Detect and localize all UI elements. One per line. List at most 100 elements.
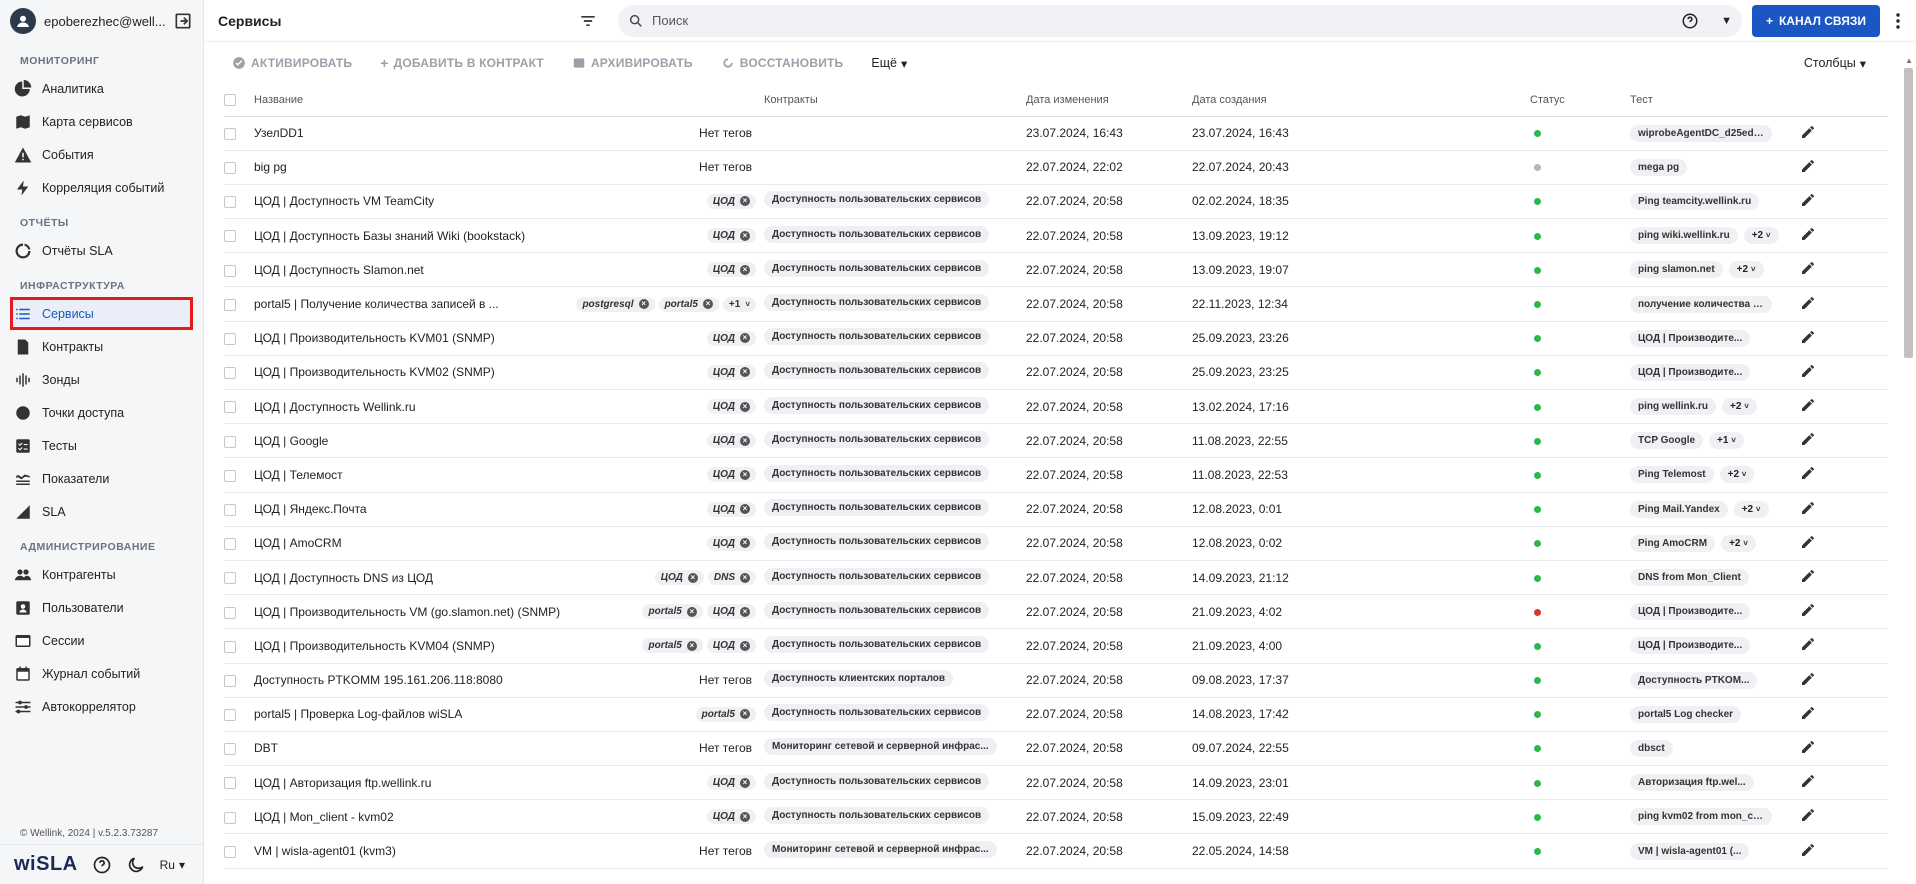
sidebar-item[interactable]: Точки доступа — [0, 396, 203, 429]
column-header-contracts[interactable]: Контракты — [764, 84, 1026, 117]
tag[interactable]: portal5 × — [642, 638, 703, 654]
test-chip[interactable]: wiprobeAgentDC_d25ed928 — [1630, 124, 1772, 142]
table-row[interactable]: ЦОД | Производительность KVM04 (SNMP) por… — [224, 628, 1888, 664]
tag[interactable]: ЦОД × — [706, 467, 756, 483]
edit-icon[interactable] — [1800, 226, 1816, 245]
channel-button[interactable]: + КАНАЛ СВЯЗИ — [1751, 4, 1880, 37]
table-row[interactable]: ЦОД | Производительность KVM02 (SNMP) ЦОД… — [224, 355, 1888, 391]
column-header-status[interactable]: Статус — [1530, 84, 1630, 117]
row-checkbox[interactable] — [224, 709, 236, 722]
table-row[interactable]: ЦОД | Доступность VM TeamCity ЦОД × Доступн… — [224, 184, 1888, 220]
tag-more[interactable]: +1 ˅ — [722, 296, 756, 312]
remove-tag-icon[interactable]: × — [740, 572, 750, 583]
edit-icon[interactable] — [1800, 534, 1816, 553]
help-icon[interactable] — [92, 855, 112, 875]
scroll-up-icon[interactable]: ▲ — [1905, 56, 1913, 65]
help-circle-icon[interactable] — [1681, 12, 1699, 30]
row-checkbox[interactable] — [224, 230, 236, 243]
logout-icon[interactable] — [173, 11, 193, 31]
table-row[interactable]: portal5 | Получение количества записей в… — [224, 286, 1888, 322]
service-name[interactable]: big pg — [254, 160, 287, 174]
contract-chip[interactable]: Доступность пользовательских сервисов — [764, 533, 990, 551]
test-more-chip[interactable]: +2 ˅ — [1733, 500, 1769, 518]
edit-icon[interactable] — [1800, 260, 1816, 279]
sidebar-item[interactable]: Сервисы — [10, 297, 193, 330]
sidebar-item[interactable]: Контрагенты — [0, 558, 203, 591]
table-row[interactable]: ЦОД | Mon_client - kvm02 ЦОД × Доступность … — [224, 799, 1888, 835]
tag[interactable]: ЦОД × — [706, 638, 756, 654]
edit-icon[interactable] — [1800, 773, 1816, 792]
remove-tag-icon[interactable]: × — [740, 264, 750, 275]
sidebar-item[interactable]: Контракты — [0, 330, 203, 363]
contract-chip[interactable]: Мониторинг сетевой и серверной инфрас... — [764, 841, 997, 859]
row-checkbox[interactable] — [224, 401, 236, 414]
test-more-chip[interactable]: +2 ˅ — [1721, 534, 1756, 552]
tag[interactable]: ЦОД × — [706, 604, 756, 620]
contract-chip[interactable]: Доступность пользовательских сервисов — [764, 294, 990, 312]
sidebar-item[interactable]: Зонды — [0, 363, 203, 396]
remove-tag-icon[interactable]: × — [686, 606, 697, 617]
test-more-chip[interactable]: +2 ˅ — [1719, 466, 1755, 484]
edit-icon[interactable] — [1800, 739, 1816, 758]
row-checkbox[interactable] — [224, 674, 236, 687]
search-input[interactable] — [652, 13, 1674, 28]
service-name[interactable]: ЦОД | Производительность VM (go.slamon.n… — [254, 605, 560, 619]
edit-icon[interactable] — [1800, 807, 1816, 826]
contract-chip[interactable]: Доступность пользовательских сервисов — [764, 499, 990, 517]
test-chip[interactable]: ping wiki.wellink.ru — [1630, 227, 1738, 245]
restore-button[interactable]: ВОССТАНОВИТЬ — [721, 56, 844, 70]
scroll-thumb[interactable] — [1904, 68, 1913, 358]
remove-tag-icon[interactable]: × — [740, 606, 750, 617]
table-row[interactable]: ЦОД | Google ЦОД × Доступность пользователь… — [224, 423, 1888, 459]
sidebar-item[interactable]: Сессии — [0, 624, 203, 657]
tag[interactable]: ЦОД × — [706, 193, 756, 209]
tag[interactable]: portal5 × — [658, 296, 719, 312]
service-name[interactable]: ЦОД | Mon_client - kvm02 — [254, 810, 394, 824]
tag[interactable]: ЦОД × — [654, 570, 704, 586]
row-checkbox[interactable] — [224, 811, 236, 824]
remove-tag-icon[interactable]: × — [687, 572, 698, 583]
contract-chip[interactable]: Доступность пользовательских сервисов — [764, 806, 990, 824]
service-name[interactable]: ЦОД | Производительность KVM01 (SNMP) — [254, 331, 495, 345]
contract-chip[interactable]: Доступность пользовательских сервисов — [764, 704, 990, 722]
tag[interactable]: ЦОД × — [706, 399, 756, 415]
table-row[interactable]: ЦОД | AmoCRM ЦОД × Доступность пользователь… — [224, 526, 1888, 561]
test-chip[interactable]: ЦОД | Производите... — [1630, 603, 1751, 621]
remove-tag-icon[interactable]: × — [740, 401, 750, 412]
tag[interactable]: portal5 × — [642, 604, 703, 620]
edit-icon[interactable] — [1800, 363, 1816, 382]
service-name[interactable]: ЦОД | Доступность Wellink.ru — [254, 400, 416, 414]
sidebar-item[interactable]: Отчёты SLA — [0, 234, 203, 267]
search-options-chevron-icon[interactable]: ▼ — [1721, 15, 1732, 27]
remove-tag-icon[interactable]: × — [740, 709, 750, 720]
scrollbar[interactable]: ▲ — [1902, 54, 1916, 884]
service-name[interactable]: ЦОД | Телемост — [254, 468, 343, 482]
test-more-chip[interactable]: +2 ˅ — [1722, 398, 1757, 416]
service-name[interactable]: ЦОД | Авторизация ftp.wellink.ru — [254, 776, 431, 790]
test-chip[interactable]: mega pg — [1630, 158, 1688, 176]
service-name[interactable]: DBT — [254, 741, 278, 755]
service-name[interactable]: ЦОД | Производительность KVM04 (SNMP) — [254, 639, 495, 653]
table-row[interactable]: ЦОД | Доступность Slamon.net ЦОД × Доступно… — [224, 252, 1888, 288]
test-chip[interactable]: Ping Mail.Yandex — [1630, 500, 1728, 518]
service-name[interactable]: ЦОД | Доступность VM TeamCity — [254, 194, 434, 208]
row-checkbox[interactable] — [224, 845, 236, 858]
test-chip[interactable]: portal5 Log checker — [1630, 705, 1742, 723]
service-name[interactable]: ЦОД | Доступность Базы знаний Wiki (book… — [254, 229, 525, 243]
tag[interactable]: ЦОД × — [706, 262, 756, 278]
test-more-chip[interactable]: +2 ˅ — [1728, 261, 1764, 279]
table-row[interactable]: VM | wisla-agent01 (kvm3) Нет тегов Монито… — [224, 833, 1888, 869]
contract-chip[interactable]: Доступность пользовательских сервисов — [764, 191, 990, 209]
remove-tag-icon[interactable]: × — [686, 640, 697, 651]
tag[interactable]: ЦОД × — [706, 775, 756, 791]
sidebar-item[interactable]: Тесты — [0, 429, 203, 462]
contract-chip[interactable]: Доступность пользовательских сервисов — [764, 328, 990, 346]
row-checkbox[interactable] — [224, 538, 236, 551]
table-row[interactable]: ЦОД | Производительность KVM01 (SNMP) ЦОД… — [224, 321, 1888, 356]
edit-icon[interactable] — [1800, 329, 1816, 348]
column-header-test[interactable]: Тест — [1630, 84, 1788, 117]
row-checkbox[interactable] — [224, 333, 236, 346]
remove-tag-icon[interactable]: × — [740, 777, 750, 788]
test-chip[interactable]: ping kvm02 from mon_client — [1630, 808, 1772, 826]
edit-icon[interactable] — [1800, 465, 1816, 484]
